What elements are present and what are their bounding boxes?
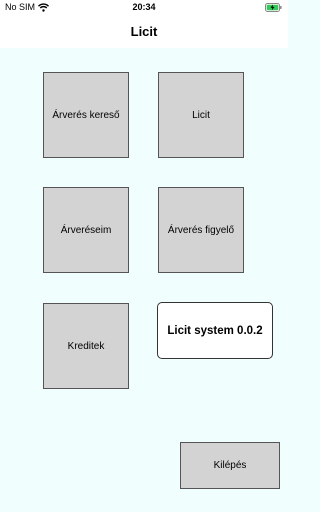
page-title: Licit	[130, 24, 158, 39]
version-label: Licit system 0.0.2	[157, 302, 273, 359]
auction-watch-button[interactable]: Árverés figyelő	[158, 187, 244, 273]
credits-button[interactable]: Kreditek	[43, 303, 129, 389]
bid-button[interactable]: Licit	[158, 72, 244, 158]
battery-charging-icon	[265, 3, 282, 12]
auction-search-button[interactable]: Árverés kereső	[43, 72, 129, 158]
logout-button[interactable]: Kilépés	[180, 442, 280, 489]
navigation-bar: Licit	[0, 16, 288, 48]
status-time: 20:34	[132, 2, 156, 12]
status-bar: No SIM 20:34	[0, 0, 288, 16]
my-auctions-button[interactable]: Árveréseim	[43, 187, 129, 273]
